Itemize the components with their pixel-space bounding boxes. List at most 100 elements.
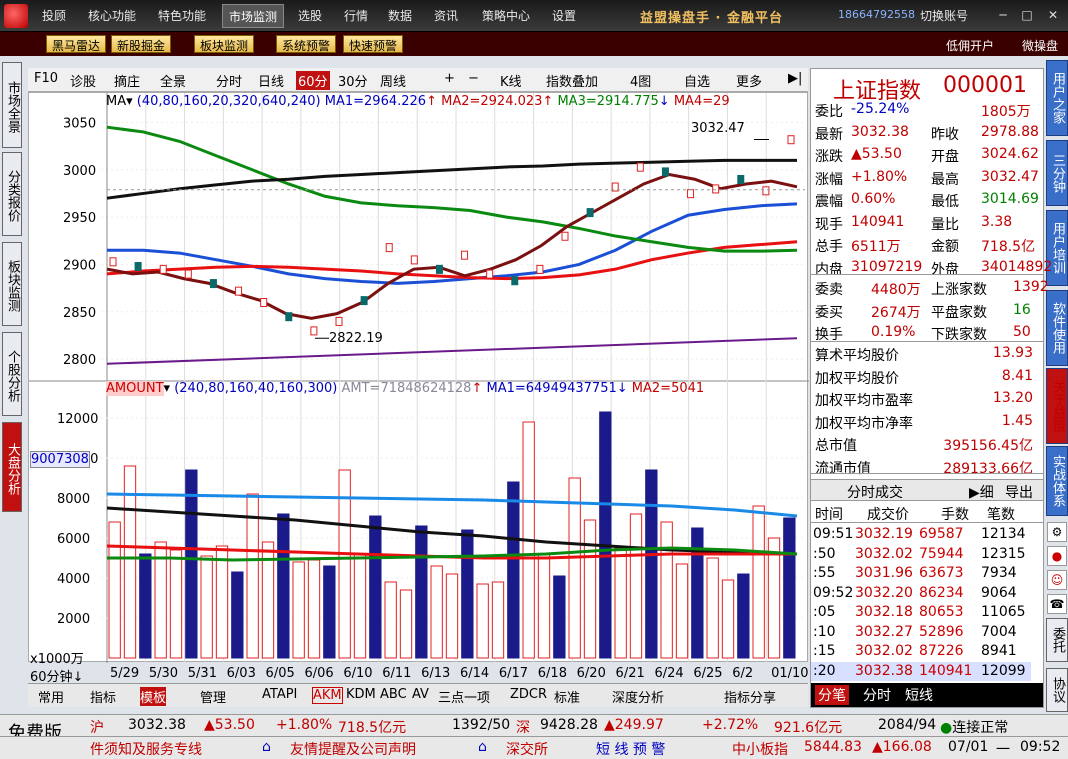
common-menu[interactable]: 常用 (38, 687, 64, 706)
timeshare-button[interactable]: 分时 (216, 71, 242, 90)
trade-row[interactable]: :05 3032.18 80653 11065 (811, 603, 1031, 622)
menu-item-7[interactable]: 资讯 (434, 7, 458, 24)
index-overlay-dropdown[interactable]: 指数叠加 (546, 71, 598, 90)
tab-ticks[interactable]: 分笔 (815, 685, 849, 705)
trade-row[interactable]: :50 3032.02 75944 12315 (811, 545, 1031, 564)
f10-button[interactable]: F10 (34, 71, 58, 86)
zhuang-button[interactable]: 摘庄 (114, 71, 140, 90)
candle (310, 326, 318, 336)
right-tab-user-home[interactable]: 用户之家 (1046, 60, 1068, 136)
amount-name[interactable]: AMOUNT (106, 381, 164, 396)
menu-item-2[interactable]: 特色功能 (158, 7, 206, 24)
trade-detail-button[interactable]: ▶细 (969, 482, 994, 502)
right-tab-trade[interactable]: 委托 (1046, 618, 1068, 662)
left-tab-stock-analysis[interactable]: 个股分析 (2, 332, 22, 416)
collapse-icon[interactable]: ▶| (788, 71, 802, 86)
manage-button[interactable]: 管理 (200, 687, 226, 706)
date-tick: 6/06 (304, 666, 334, 681)
right-tab-software-use[interactable]: 软件使用 (1046, 290, 1068, 366)
candle (511, 276, 519, 286)
akm-tab[interactable]: AKM (312, 687, 343, 704)
right-tab-practice-system[interactable]: 实战体系 (1046, 446, 1068, 516)
trade-export-button[interactable]: 导出 (1005, 482, 1033, 502)
atapi-tab[interactable]: ATAPI (262, 687, 297, 702)
phone-icon[interactable]: ☎ (1047, 594, 1067, 614)
standard-tab[interactable]: 标准 (554, 687, 580, 706)
black-horse-radar-button[interactable]: 黑马雷达 (46, 35, 107, 53)
kline-chart-panel[interactable]: 3050 3000 2950 2900 2850 2800 3032.47 2822.19 12… (28, 92, 809, 663)
menu-item-4[interactable]: 选股 (298, 7, 322, 24)
template-menu[interactable]: 模板 (140, 687, 167, 706)
menu-item-1[interactable]: 核心功能 (88, 7, 136, 24)
four-chart-dropdown[interactable]: 4图 (630, 71, 651, 90)
low-commission-link[interactable]: 低佣开户 (946, 37, 994, 54)
trade-row[interactable]: :10 3032.27 52896 7004 (811, 623, 1031, 642)
zdcr-tab[interactable]: ZDCR (510, 687, 547, 702)
qq-icon[interactable]: ☺ (1047, 570, 1067, 590)
right-tab-three-minutes[interactable]: 三分钟 (1046, 140, 1068, 206)
menu-item-5[interactable]: 行情 (344, 7, 368, 24)
period-60min-button[interactable]: 60分 (296, 71, 330, 90)
sector-monitor-button[interactable]: 板块监测 (194, 35, 255, 53)
volume-bar (752, 505, 765, 659)
right-tab-about[interactable]: 关于益盟 (1046, 368, 1068, 444)
kline-dropdown[interactable]: K线 (500, 71, 522, 90)
abc-tab[interactable]: ABC (380, 687, 407, 702)
trade-cell: 140941 (919, 662, 973, 679)
diagnose-button[interactable]: 诊股 (70, 71, 96, 90)
trade-row[interactable]: :15 3032.02 87226 8941 (811, 642, 1031, 661)
tab-timeshare[interactable]: 分时 (863, 685, 891, 705)
menu-item-0[interactable]: 投顾 (42, 7, 66, 24)
quote-label: 最新 (815, 126, 843, 143)
menu-item-6[interactable]: 数据 (388, 7, 412, 24)
period-30min-button[interactable]: 30分 (338, 71, 368, 90)
left-tab-category-quote[interactable]: 分类报价 (2, 152, 22, 236)
right-tab-user-training[interactable]: 用户培训 (1046, 210, 1068, 286)
watchlist-dropdown[interactable]: 自选 (684, 71, 710, 90)
maximize-icon[interactable]: □ (1020, 8, 1034, 22)
three-point-tab[interactable]: 三点一项 (438, 687, 490, 706)
right-tab-agreement[interactable]: 协议 (1046, 668, 1068, 712)
tab-shortline[interactable]: 短线 (905, 685, 933, 705)
szse-link[interactable]: 深交所 (506, 739, 548, 759)
system-alert-button[interactable]: 系统预警 (276, 35, 337, 53)
time-display: 09:52 (1020, 739, 1061, 755)
zoom-out-button[interactable]: − (468, 71, 479, 86)
trade-row[interactable]: :55 3031.96 63673 7934 (811, 564, 1031, 583)
trade-row[interactable]: 09:51 3032.19 69587 12134 (811, 525, 1031, 544)
close-icon[interactable]: ✕ (1046, 8, 1060, 22)
left-tab-market-overview[interactable]: 市场全景 (2, 62, 22, 148)
left-tab-sector-monitor[interactable]: 板块监测 (2, 242, 22, 326)
disclaimer-link[interactable]: 友情提醒及公司声明 (290, 739, 416, 759)
ipo-dig-button[interactable]: 新股掘金 (111, 35, 172, 53)
trade-table-header: 时间 成交价 手数 笔数 (811, 503, 1043, 523)
candle (461, 250, 469, 260)
short-alert-label[interactable]: 短 线 预 警 (596, 739, 665, 759)
menu-item-3[interactable]: 市场监测 (222, 4, 285, 28)
av-tab[interactable]: AV (412, 687, 429, 702)
weekly-dropdown[interactable]: 周线 (380, 71, 406, 90)
micro-trade-link[interactable]: 微操盘 (1022, 37, 1058, 54)
indicator-share-menu[interactable]: 指标分享 (724, 687, 776, 706)
menu-item-8[interactable]: 策略中心 (482, 7, 530, 24)
settings-icon[interactable]: ⚙ (1047, 522, 1067, 542)
kdm-tab[interactable]: KDM (346, 687, 376, 702)
overview-button[interactable]: 全景 (160, 71, 186, 90)
service-notice-link[interactable]: 件须知及服务专线 (90, 739, 202, 759)
switch-account-link[interactable]: 切换账号 (920, 7, 968, 24)
trade-row[interactable]: 09:52 3032.20 86234 9064 (811, 584, 1031, 603)
stat-label: 加权平均市盈率 (815, 393, 913, 409)
brand-title: 益盟操盘手 · 金融平台 (640, 11, 783, 26)
indicator-menu[interactable]: 指标 (90, 687, 116, 706)
left-tab-index-analysis[interactable]: 大盘分析 (2, 422, 22, 512)
trade-row[interactable]: :20 3032.38 140941 12099 (811, 661, 1031, 681)
alert-icon[interactable]: ● (1047, 546, 1067, 566)
more-dropdown[interactable]: 更多 (736, 71, 762, 90)
ma-name[interactable]: MA (106, 94, 126, 109)
deep-analysis-tab[interactable]: 深度分析 (612, 687, 664, 706)
daily-button[interactable]: 日线 (258, 71, 284, 90)
minimize-icon[interactable]: ─ (996, 8, 1010, 22)
quick-alert-button[interactable]: 快速预警 (343, 35, 404, 53)
menu-item-9[interactable]: 设置 (552, 7, 576, 24)
zoom-in-button[interactable]: + (444, 71, 455, 86)
